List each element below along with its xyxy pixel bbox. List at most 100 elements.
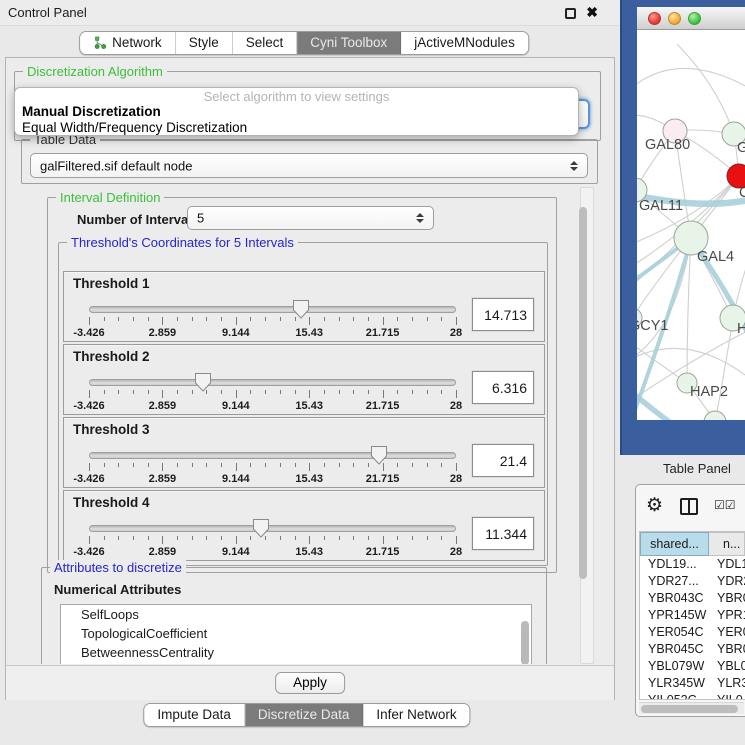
threshold-value-field[interactable]: 14.713 — [472, 298, 534, 331]
float-window-icon[interactable] — [565, 8, 576, 19]
gear-icon[interactable]: ⚙ — [646, 494, 663, 517]
hscrollbar-thumb[interactable] — [641, 705, 738, 713]
slider-track[interactable] — [89, 306, 456, 313]
table-row[interactable]: YDL19...YDL1 — [640, 556, 745, 573]
dropdown-item-manual-discretization[interactable]: Manual Discretization — [15, 104, 578, 120]
threshold-label: Threshold 4 — [73, 495, 150, 510]
network-edge — [687, 238, 691, 383]
tab-cyni-toolbox[interactable]: Cyni Toolbox — [297, 32, 401, 54]
column-header-name[interactable]: n... — [709, 532, 745, 556]
tick-mark — [104, 390, 105, 394]
cell-shared-name: YBR045C — [640, 641, 709, 658]
group-title: Interval Definition — [56, 190, 164, 205]
tick-mark — [456, 463, 457, 471]
tick-mark — [177, 317, 178, 321]
threshold-label: Threshold 1 — [73, 276, 150, 291]
tab-network[interactable]: Network — [80, 32, 176, 54]
threshold-value-field[interactable]: 6.316 — [472, 371, 534, 404]
table-row[interactable]: YBR045CYBR0 — [640, 641, 745, 658]
threshold-value-field[interactable]: 11.344 — [472, 517, 534, 550]
apply-button[interactable]: Apply — [275, 672, 345, 694]
table-row[interactable]: YIL052CYIL0 — [640, 692, 745, 700]
slider-ticks — [89, 390, 456, 399]
tick-mark — [236, 463, 237, 471]
table-hscrollbar[interactable] — [639, 702, 744, 714]
tick-label: 28 — [450, 400, 462, 412]
table-row[interactable]: YBR043CYBR0 — [640, 590, 745, 607]
tick-mark — [118, 317, 119, 321]
tick-label: 15.43 — [295, 546, 323, 558]
threshold-label: Threshold 2 — [73, 349, 150, 364]
tab-style[interactable]: Style — [176, 32, 233, 54]
network-edge — [715, 318, 733, 420]
list-item-betweennesscentrality[interactable]: BetweennessCentrality — [61, 643, 531, 662]
table-row[interactable]: YER054CYER0 — [640, 624, 745, 641]
tick-mark — [265, 390, 266, 394]
threshold-slider[interactable]: -3.4262.8599.14415.4321.71528 — [89, 373, 456, 413]
split-view-icon[interactable] — [680, 498, 698, 515]
tick-mark — [162, 317, 163, 325]
tick-mark — [118, 463, 119, 467]
table-row[interactable]: YLR345WYLR3 — [640, 675, 745, 692]
tick-mark — [309, 390, 310, 398]
settings-scrollbar[interactable] — [580, 187, 594, 664]
tick-mark — [192, 317, 193, 321]
close-button[interactable] — [648, 12, 661, 25]
slider-track[interactable] — [89, 452, 456, 459]
tick-label: -3.426 — [73, 400, 104, 412]
threshold-value-field[interactable]: 21.4 — [472, 444, 534, 477]
group-title: Attributes to discretize — [50, 560, 186, 575]
threshold-slider[interactable]: -3.4262.8599.14415.4321.71528 — [89, 446, 456, 486]
threshold-slider[interactable]: -3.4262.8599.14415.4321.71528 — [89, 519, 456, 559]
list-scrollbar-thumb[interactable] — [521, 621, 529, 664]
tab-impute-data[interactable]: Impute Data — [144, 704, 245, 726]
table-row[interactable]: YPR145WYPR1 — [640, 607, 745, 624]
tick-mark — [192, 390, 193, 394]
num-intervals-combobox[interactable]: 5 — [187, 206, 434, 230]
threshold-slider[interactable]: -3.4262.8599.14415.4321.71528 — [89, 300, 456, 340]
column-header-shared[interactable]: shared... — [640, 532, 709, 556]
node-label: GA — [737, 140, 745, 156]
network-canvas[interactable]: GAL80GACGAL11GAL4GCY1HHAP2 — [637, 30, 745, 420]
network-window: GAL80GACGAL11GAL4GCY1HHAP2 — [637, 7, 745, 420]
slider-track[interactable] — [89, 379, 456, 386]
minimize-button[interactable] — [668, 12, 681, 25]
tick-label: 2.859 — [149, 546, 177, 558]
table-row[interactable]: YBL079WYBL0 — [640, 658, 745, 675]
table-row[interactable]: YDR27...YDR2 — [640, 573, 745, 590]
dropdown-item-equal-width-frequency-discretization[interactable]: Equal Width/Frequency Discretization — [15, 120, 578, 136]
tab-label: Network — [112, 35, 162, 50]
scrollbar-thumb[interactable] — [579, 207, 587, 579]
list-item-topologicalcoefficient[interactable]: TopologicalCoefficient — [61, 624, 531, 643]
tick-mark — [456, 536, 457, 544]
tick-label: -3.426 — [73, 327, 104, 339]
threshold-panel: Threshold 2 -3.4262.8599.14415.4321.7152… — [63, 344, 545, 415]
tick-mark — [441, 463, 442, 467]
dropdown-placeholder-item[interactable]: Select algorithm to view settings — [15, 89, 578, 104]
tick-label: 2.859 — [149, 473, 177, 485]
table-data-combobox[interactable]: galFiltered.sif default node — [30, 153, 588, 178]
table-panel-titlebar: Table Panel — [620, 455, 745, 484]
tab-select[interactable]: Select — [233, 32, 298, 54]
network-node[interactable] — [704, 411, 726, 420]
list-item-selfloops[interactable]: SelfLoops — [61, 605, 531, 624]
tab-label: Impute Data — [157, 707, 231, 722]
node-label: HAP2 — [690, 384, 728, 400]
tab-discretize-data[interactable]: Discretize Data — [245, 704, 364, 726]
checkbox-icons[interactable]: ☑☑ — [714, 498, 736, 512]
close-icon[interactable]: ✖ — [586, 4, 598, 21]
zoom-button[interactable] — [688, 12, 701, 25]
tick-mark — [383, 536, 384, 544]
slider-track[interactable] — [89, 525, 456, 532]
tick-mark — [206, 317, 207, 321]
tick-label: 9.144 — [222, 473, 250, 485]
network-window-frame: GAL80GACGAL11GAL4GCY1HHAP2 — [620, 0, 745, 455]
tick-mark — [339, 536, 340, 540]
tick-mark — [295, 463, 296, 467]
tab-infer-network[interactable]: Infer Network — [363, 704, 469, 726]
tick-mark — [280, 390, 281, 394]
tab-jactivemnodules[interactable]: jActiveMNodules — [401, 32, 528, 54]
node-label: H — [737, 321, 745, 337]
attributes-group: Attributes to discretize Numerical Attri… — [41, 567, 547, 664]
tick-mark — [265, 536, 266, 540]
